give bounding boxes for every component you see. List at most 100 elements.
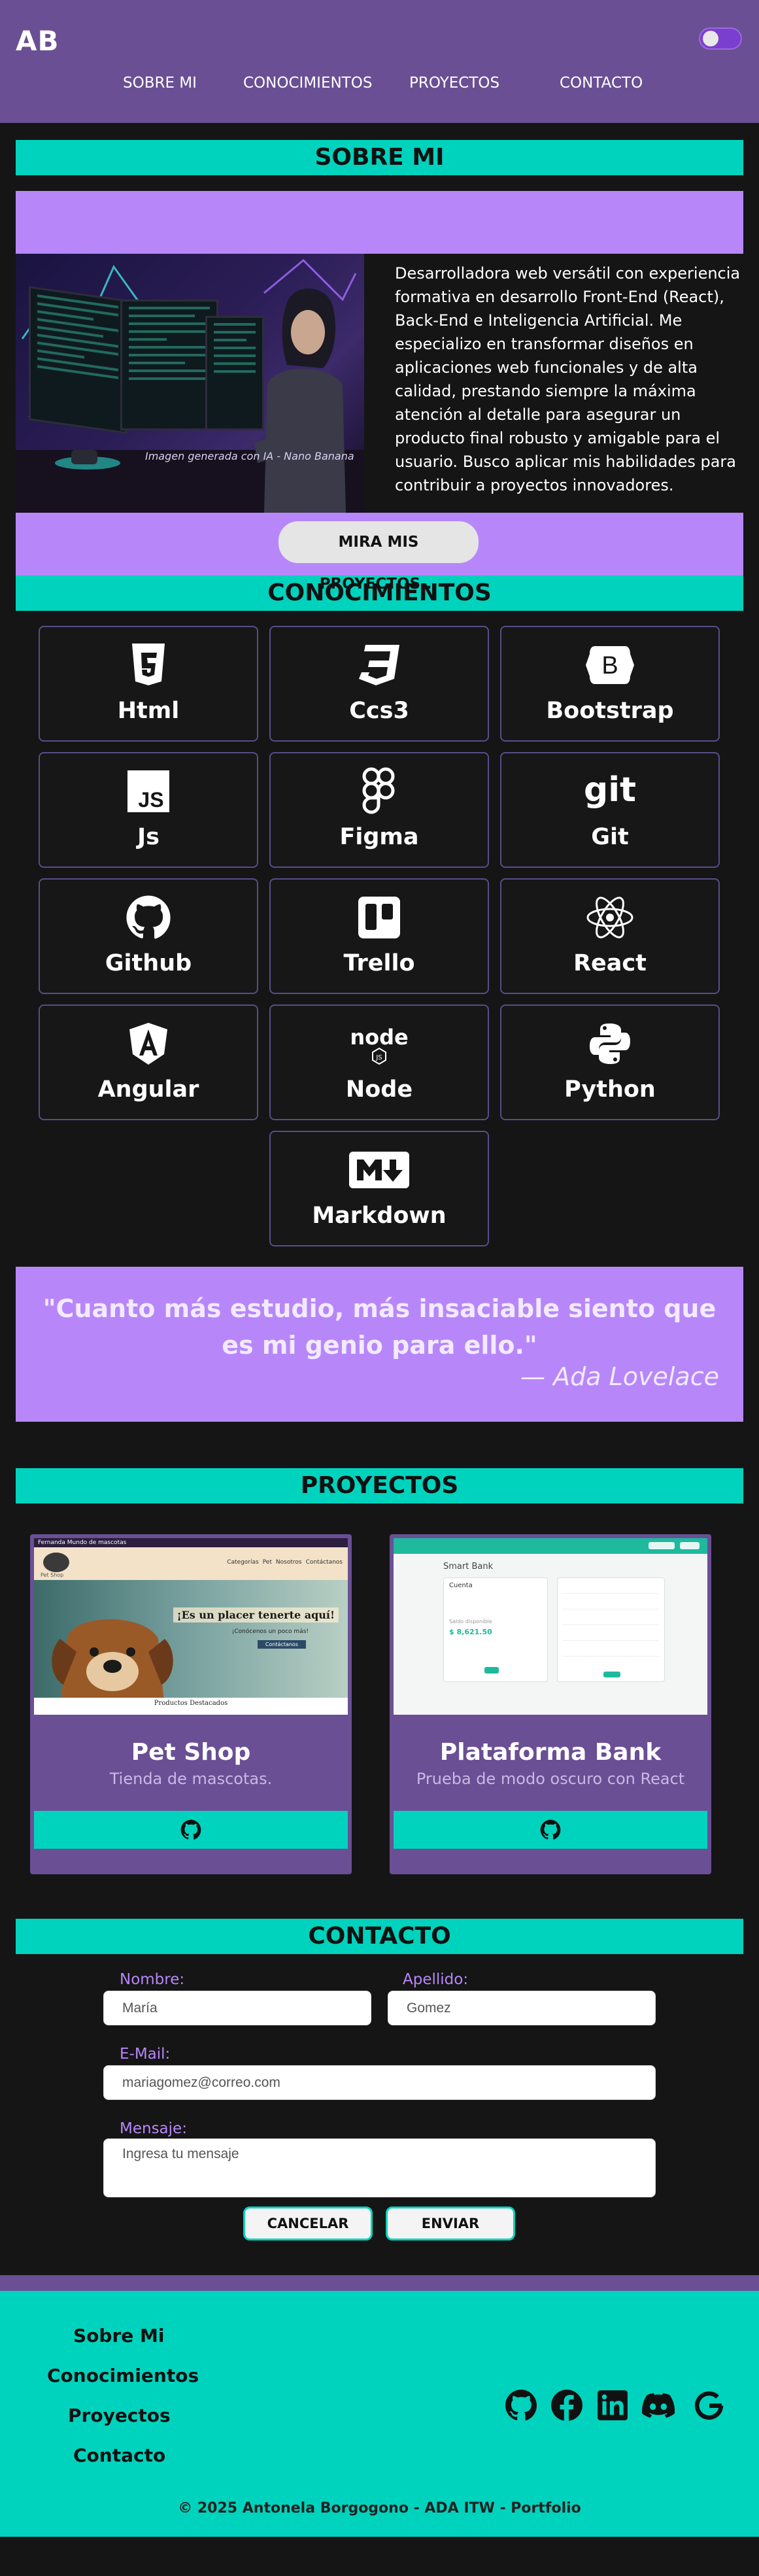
svg-text:JS: JS xyxy=(375,1054,382,1061)
about-heading: SOBRE MI xyxy=(16,140,743,175)
skill-label: Node xyxy=(345,1076,413,1103)
nav-link-sobre-mi[interactable]: SOBRE MI xyxy=(123,75,197,92)
shot-title: Smart Bank xyxy=(443,1562,494,1571)
project-card-petshop: Fernanda Mundo de mascotas Pet Shop Cate… xyxy=(30,1534,352,1874)
shot-brand: Pet Shop xyxy=(41,1572,64,1578)
javascript-icon: JS xyxy=(40,769,257,814)
svg-text:git: git xyxy=(584,770,636,810)
skill-label: Js xyxy=(137,824,160,850)
skill-card-react: React xyxy=(500,878,720,994)
skill-label: Bootstrap xyxy=(546,698,674,724)
project-title: Pet Shop xyxy=(131,1739,251,1766)
project-description: Tienda de mascotas. xyxy=(109,1770,273,1788)
project-github-button[interactable] xyxy=(394,1811,707,1849)
send-button[interactable]: ENVIAR xyxy=(386,2207,515,2241)
shot-balance: $ 8,621.50 xyxy=(449,1628,492,1636)
about-section: Imagen generada con IA - Nano Banana Des… xyxy=(16,254,743,513)
skill-card-angular: Angular xyxy=(39,1005,258,1120)
projects-section: PROYECTOS Fernanda Mundo de mascotas Pet… xyxy=(0,1422,759,1874)
skill-label: React xyxy=(573,950,647,976)
project-screenshot[interactable]: Smart Bank Cuenta Saldo disponible $ 8,6… xyxy=(394,1538,707,1715)
skill-label: Python xyxy=(564,1076,656,1103)
skill-card-node: node JS Node xyxy=(269,1005,489,1120)
about-photo: Imagen generada con IA - Nano Banana xyxy=(16,254,364,513)
skill-label: Markdown xyxy=(312,1203,447,1229)
shot-sub: ¡Conócenos un poco más! xyxy=(231,1628,309,1635)
copyright: © 2025 Antonela Borgogono - ADA ITW - Po… xyxy=(178,2500,581,2516)
site-footer: Sobre Mi Conocimientos Proyectos Contact… xyxy=(0,2275,759,2537)
footer-link-sobre-mi[interactable]: Sobre Mi xyxy=(73,2325,164,2346)
about-cta-band: MIRA MIS PROYECTOS... xyxy=(16,513,743,592)
github-icon xyxy=(180,1819,201,1840)
svg-text:node: node xyxy=(350,1025,408,1050)
skill-card-js: JS Js xyxy=(39,752,258,868)
name-label: Nombre: xyxy=(120,1971,185,1988)
nav-link-conocimientos[interactable]: CONOCIMIENTOS xyxy=(243,75,372,92)
shot-nav-item: Nosotros xyxy=(275,1559,302,1566)
contact-section: CONTACTO Nombre: Apellido: María Gomez E… xyxy=(0,1874,759,2241)
project-github-button[interactable] xyxy=(34,1811,348,1849)
google-icon[interactable] xyxy=(693,2389,726,2422)
skill-label: Ccs3 xyxy=(349,698,409,724)
shot-nav-item: Contáctanos xyxy=(305,1559,343,1566)
skill-card-trello: Trello xyxy=(269,878,489,994)
about-text: Desarrolladora web versátil con experien… xyxy=(395,264,741,494)
project-card-bank: Smart Bank Cuenta Saldo disponible $ 8,6… xyxy=(390,1534,711,1874)
bootstrap-icon: B xyxy=(501,643,718,687)
project-screenshot[interactable]: Fernanda Mundo de mascotas Pet Shop Cate… xyxy=(34,1538,348,1715)
main-nav: SOBRE MI CONOCIMIENTOS PROYECTOS CONTACT… xyxy=(0,75,759,94)
email-label: E-Mail: xyxy=(120,2046,171,2063)
email-field[interactable]: mariagomez@correo.com xyxy=(103,2065,656,2100)
lastname-field[interactable]: Gomez xyxy=(388,1991,656,2025)
nav-link-proyectos[interactable]: PROYECTOS xyxy=(409,75,499,92)
skill-card-css: Ccs3 xyxy=(269,626,489,742)
site-header: AB SOBRE MI CONOCIMIENTOS PROYECTOS CONT… xyxy=(0,0,759,123)
figma-icon xyxy=(271,767,488,814)
name-field[interactable]: María xyxy=(103,1991,371,2025)
skill-card-bootstrap: B Bootstrap xyxy=(500,626,720,742)
image-caption: Imagen generada con IA - Nano Banana xyxy=(145,450,354,462)
skill-label: Github xyxy=(105,950,192,976)
skill-card-github: Github xyxy=(39,878,258,994)
project-title: Plataforma Bank xyxy=(439,1739,662,1766)
view-projects-button[interactable]: MIRA MIS PROYECTOS... xyxy=(278,521,479,592)
quote-author: — Ada Lovelace xyxy=(520,1362,719,1391)
nodejs-icon: node JS xyxy=(271,1022,488,1066)
lastname-label: Apellido: xyxy=(403,1971,469,1988)
markdown-icon xyxy=(271,1148,488,1192)
footer-link-contacto[interactable]: Contacto xyxy=(73,2445,165,2466)
facebook-icon[interactable] xyxy=(550,2389,583,2422)
footer-link-proyectos[interactable]: Proyectos xyxy=(68,2405,171,2426)
about-purple-band xyxy=(16,191,743,254)
trello-icon xyxy=(271,895,488,940)
skill-card-figma: Figma xyxy=(269,752,489,868)
nav-link-contacto[interactable]: CONTACTO xyxy=(560,75,643,92)
linkedin-icon[interactable] xyxy=(596,2389,629,2422)
cancel-button[interactable]: CANCELAR xyxy=(243,2207,373,2241)
quote-section: "Cuanto más estudio, más insaciable sien… xyxy=(16,1267,743,1422)
skill-label: Figma xyxy=(339,824,419,850)
svg-text:JS: JS xyxy=(138,788,163,812)
skill-label: Angular xyxy=(97,1076,199,1103)
angular-icon xyxy=(40,1022,257,1066)
toggle-switch-icon xyxy=(703,31,718,46)
skill-label: Git xyxy=(591,824,629,850)
discord-icon[interactable] xyxy=(642,2389,675,2422)
skill-card-git: git Git xyxy=(500,752,720,868)
shot-card-title: Cuenta xyxy=(449,1582,473,1589)
message-field[interactable]: Ingresa tu mensaje xyxy=(103,2138,656,2197)
shot-nav-item: Categorías xyxy=(227,1559,259,1566)
shot-slogan: ¡Es un placer tenerte aquí! xyxy=(173,1607,339,1623)
projects-heading: PROYECTOS xyxy=(16,1468,743,1503)
svg-text:B: B xyxy=(601,652,618,679)
contact-heading: CONTACTO xyxy=(16,1919,743,1954)
shot-footer: Productos Destacados xyxy=(34,1698,348,1715)
react-icon xyxy=(501,895,718,940)
github-icon[interactable] xyxy=(505,2389,537,2422)
skill-label: Trello xyxy=(343,950,415,976)
shot-balance-label: Saldo disponible xyxy=(449,1619,492,1624)
shot-nav-item: Pet xyxy=(262,1559,272,1566)
site-logo[interactable]: AB xyxy=(16,25,59,57)
footer-link-conocimientos[interactable]: Conocimientos xyxy=(47,2365,199,2386)
theme-toggle[interactable] xyxy=(699,27,742,50)
